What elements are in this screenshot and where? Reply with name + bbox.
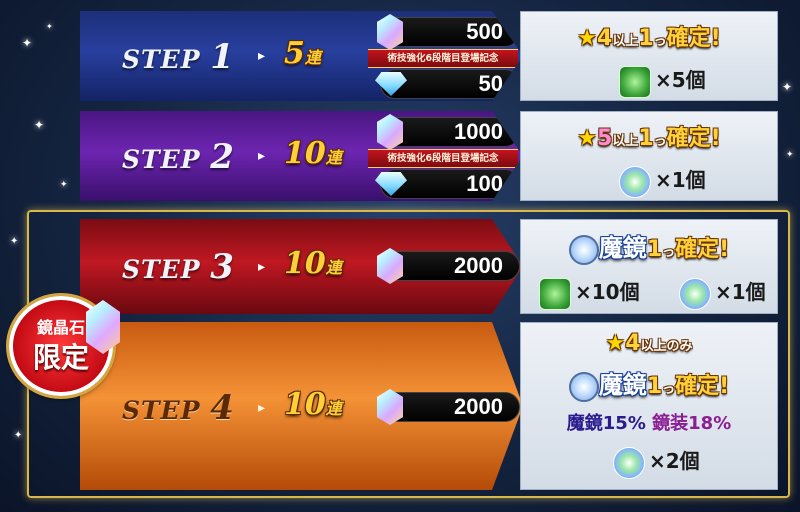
chevron-right-icon: ▸ — [258, 148, 266, 164]
step-title: STEP 3 — [122, 247, 235, 287]
diamond-cost: 50 — [375, 69, 520, 99]
rate-text: 魔鏡15% 鏡装18% — [566, 413, 732, 434]
mirror-icon — [568, 235, 599, 265]
guarantee-text: ★5以上1っ確定! — [577, 126, 721, 151]
diamond-cost: 100 — [375, 169, 520, 199]
reward-panel: 魔鏡1っ確定! ×10個 ×1個 — [520, 219, 778, 314]
step-row-2[interactable]: STEP 2 ▸ 10連 1000 術技強化6段階目登場記念 100 ★5以上1… — [80, 111, 778, 201]
sparkle-icon: ✦ — [46, 22, 53, 31]
reward-item: ×10個 — [539, 276, 640, 310]
reward-panel: ★4以上1っ確定! ×5個 — [520, 11, 778, 101]
sparkle-icon: ✦ — [782, 80, 793, 94]
reward-item: ×2個 — [613, 445, 700, 479]
sparkle-icon: ✦ — [34, 118, 45, 132]
crystal-icon — [377, 248, 403, 284]
rarity-only-text: ★4以上のみ — [605, 331, 693, 356]
step-row-4[interactable]: STEP 4 ▸ 10連 2000 ★4以上のみ 魔鏡1っ確定! 魔鏡15% 鏡… — [80, 322, 778, 490]
step-banner[interactable]: STEP 2 ▸ 10連 1000 術技強化6段階目登場記念 100 — [80, 111, 523, 201]
reward-item: ×1個 — [679, 276, 766, 310]
guarantee-text: ★4以上1っ確定! — [577, 26, 721, 51]
step-banner[interactable]: STEP 1 ▸ 5連 500 術技強化6段階目登場記念 50 — [80, 11, 523, 101]
reward-item: ×5個 — [619, 64, 706, 98]
chevron-right-icon: ▸ — [258, 400, 266, 416]
sparkle-icon: ✦ — [60, 180, 68, 190]
star-icon: ★ — [605, 331, 626, 356]
reward-item: ×1個 — [619, 164, 706, 198]
commemoration-ribbon: 術技強化6段階目登場記念 — [368, 49, 518, 68]
step-banner[interactable]: STEP 4 ▸ 10連 2000 — [80, 322, 523, 490]
crystal-cost: 2000 — [377, 389, 520, 425]
commemoration-ribbon: 術技強化6段階目登場記念 — [368, 149, 518, 168]
rainbow-orb-icon — [679, 277, 711, 310]
chevron-right-icon: ▸ — [258, 48, 266, 64]
crystal-icon — [377, 14, 403, 50]
step-title: STEP 4 — [122, 388, 235, 428]
pull-count: 5連 — [284, 36, 321, 71]
star-icon: ★ — [577, 26, 598, 51]
sparkle-icon: ✦ — [22, 36, 33, 50]
reward-panel: ★5以上1っ確定! ×1個 — [520, 111, 778, 201]
star-icon: ★ — [577, 126, 598, 151]
guarantee-text: 魔鏡1っ確定! — [521, 365, 777, 402]
green-material-icon — [619, 65, 651, 98]
crystal-icon — [377, 389, 403, 425]
crystal-cost: 2000 — [377, 248, 520, 284]
rainbow-orb-icon — [619, 165, 651, 198]
green-material-icon — [539, 277, 571, 310]
sparkle-icon: ✦ — [786, 150, 794, 160]
step-banner[interactable]: STEP 3 ▸ 10連 2000 — [80, 219, 523, 314]
chevron-right-icon: ▸ — [258, 259, 266, 275]
crystal-cost: 1000 — [377, 114, 520, 150]
reward-panel: ★4以上のみ 魔鏡1っ確定! 魔鏡15% 鏡装18% ×2個 — [520, 322, 778, 490]
mirror-icon — [568, 372, 599, 402]
pull-count: 10連 — [284, 136, 342, 171]
diamond-icon — [375, 72, 407, 96]
rainbow-orb-icon — [613, 446, 645, 479]
guarantee-text: 魔鏡1っ確定! — [521, 228, 777, 265]
step-row-3[interactable]: STEP 3 ▸ 10連 2000 魔鏡1っ確定! ×10個 ×1個 — [80, 219, 778, 314]
pull-count: 10連 — [284, 387, 342, 422]
pull-count: 10連 — [284, 246, 342, 281]
sparkle-icon: ✦ — [14, 430, 23, 441]
step-title: STEP 2 — [122, 137, 235, 177]
crystal-icon — [377, 114, 403, 150]
step-row-1[interactable]: STEP 1 ▸ 5連 500 術技強化6段階目登場記念 50 ★4以上1っ確定… — [80, 11, 778, 101]
diamond-icon — [375, 172, 407, 196]
crystal-cost: 500 — [377, 14, 520, 50]
step-title: STEP 1 — [122, 37, 235, 77]
sparkle-icon: ✦ — [10, 236, 19, 247]
